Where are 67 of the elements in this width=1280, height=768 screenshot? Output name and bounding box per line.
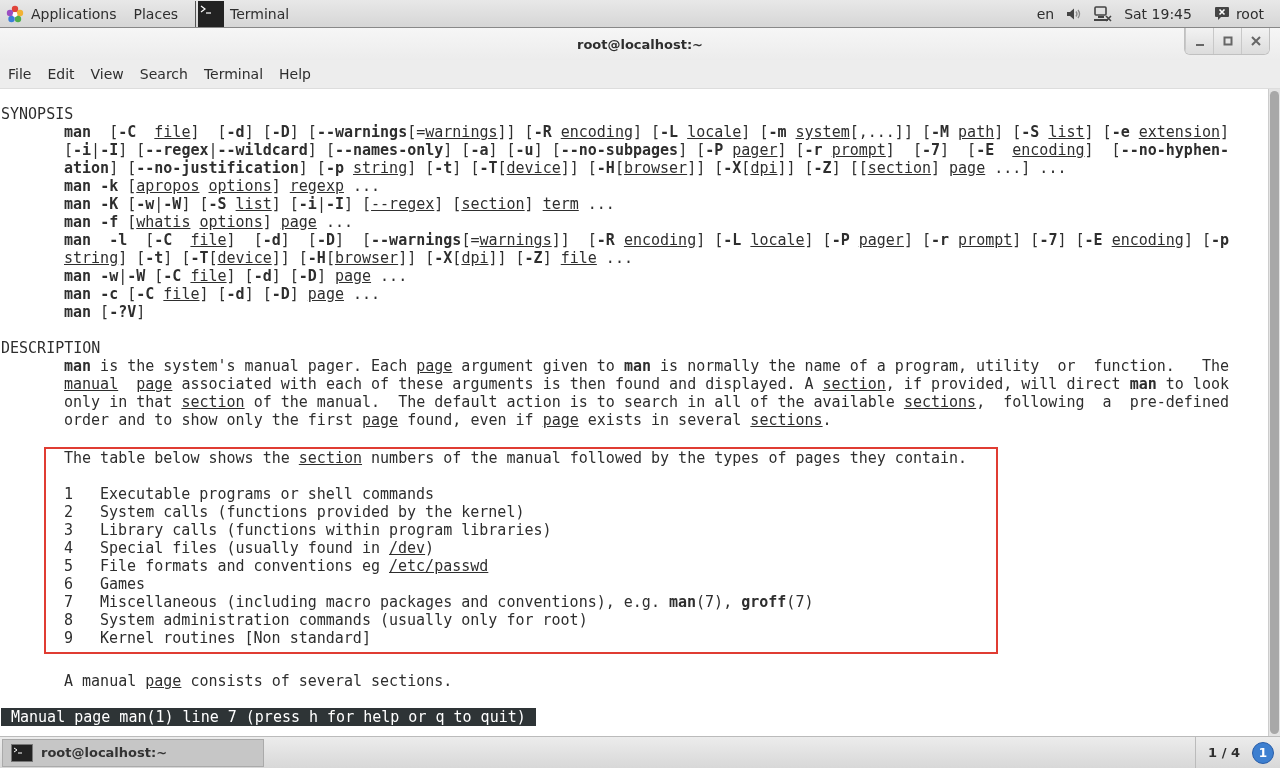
workspace-indicator[interactable]: 1 / 4 bbox=[1195, 736, 1252, 768]
section-number: 3 bbox=[64, 521, 75, 539]
section-number: 6 bbox=[64, 575, 75, 593]
text-line: string] [-t] [-T[device]] [-H[browser]] [-X[dpi]] [-Z] file ... bbox=[64, 249, 634, 267]
section-number: 9 bbox=[64, 629, 75, 647]
section-number: 1 bbox=[64, 485, 75, 503]
text-line: man -K [-w|-W] [-S list] [-i|-I] [--regex] [section] term ... bbox=[64, 195, 616, 213]
maximize-icon bbox=[1222, 36, 1233, 46]
text-line: ation] [--no-justification] [-p string] [-t] [-T[device]] [-H[browser]] [-X[dpi]] [-Z] [[section] page ...] ... bbox=[64, 159, 1068, 177]
speaker-icon[interactable] bbox=[1066, 6, 1083, 21]
text-line: A manual page consists of several sections. bbox=[64, 672, 454, 690]
text-line: manual page associated with each of these arguments is then found and displayed. A section, if provided, will direct man to look bbox=[64, 375, 1230, 393]
maximize-button[interactable] bbox=[1213, 28, 1241, 54]
section-description: System administration commands (usually only for root) bbox=[100, 611, 588, 629]
section-number: 5 bbox=[64, 557, 75, 575]
text-line: man -c [-C file] [-d] [-D] page ... bbox=[64, 285, 382, 303]
text-line: man -f [whatis options] page ... bbox=[64, 213, 354, 231]
section-number: 4 bbox=[64, 539, 75, 557]
top-menu[interactable]: Applications bbox=[31, 5, 117, 22]
text-line: order and to show only the first page found, even if page exists in several sections. bbox=[64, 411, 833, 429]
menu-item[interactable]: Edit bbox=[47, 66, 75, 82]
taskbar-window-button[interactable]: root@localhost:~ bbox=[2, 738, 264, 767]
menu-item[interactable]: Terminal bbox=[203, 66, 264, 82]
section-description: Kernel routines [Non standard] bbox=[100, 629, 371, 647]
section-heading: DESCRIPTION bbox=[0, 339, 102, 357]
section-description: Games bbox=[100, 575, 146, 593]
text-line: man [-?V] bbox=[64, 303, 147, 321]
section-number: 8 bbox=[64, 611, 75, 629]
window-title: root@localhost:~ bbox=[576, 36, 703, 52]
section-description: Special files (usually found in /dev) bbox=[100, 539, 435, 557]
section-description: System calls (functions provided by the kernel) bbox=[100, 503, 525, 521]
clock[interactable]: Sat 19:45 bbox=[1124, 5, 1192, 22]
close-button[interactable] bbox=[1241, 28, 1269, 54]
text-line: man -l [-C file] [-d] [-D] [--warnings[=warnings]] [-R encoding] [-L locale] [-P pager] [-r prompt] [-7] [-E encoding] [-p bbox=[64, 231, 1231, 249]
section-number: 7 bbox=[64, 593, 75, 611]
text-line: man [-C file] [-d] [-D] [--warnings[=warnings]] [-R encoding] [-L locale] [-m system[,...]] [-M path] [-S list] [-e extension] bbox=[64, 123, 1231, 141]
text-line: The table below shows the section numbers of the manual followed by the types of pages they contain. bbox=[64, 449, 969, 467]
menu-item[interactable]: File bbox=[8, 66, 32, 82]
notification-badge[interactable]: 1 bbox=[1252, 741, 1274, 764]
scrollbar[interactable] bbox=[1268, 89, 1280, 736]
user-menu[interactable]: root bbox=[1235, 5, 1264, 22]
flower-icon bbox=[6, 4, 24, 23]
text-line: man is the system's manual pager. Each page argument given to man is normally the name of a program, utility or function. The bbox=[64, 357, 1230, 375]
section-description: Library calls (functions within program libraries) bbox=[100, 521, 552, 539]
terminal-icon bbox=[198, 0, 225, 27]
menu-item[interactable]: Help bbox=[279, 66, 311, 82]
text-line: man -w|-W [-C file] [-d] [-D] page ... bbox=[64, 267, 409, 285]
task-button[interactable]: Terminal bbox=[198, 0, 290, 27]
chat-icon[interactable] bbox=[1213, 6, 1230, 21]
close-icon bbox=[1250, 36, 1261, 46]
text-line: only in that section of the manual. The default action is to search in all of the available sections, following a pre-defined bbox=[64, 393, 1230, 411]
menu-item[interactable]: View bbox=[90, 66, 124, 82]
pager-status: Manual page man(1) line 7 (press h for help or q to quit) bbox=[1, 708, 536, 726]
network-icon[interactable] bbox=[1094, 5, 1113, 22]
section-description: Executable programs or shell commands bbox=[100, 485, 435, 503]
section-description: File formats and conventions eg /etc/passwd bbox=[100, 557, 489, 575]
section-heading: SYNOPSIS bbox=[0, 105, 75, 123]
minimize-button[interactable] bbox=[1185, 28, 1213, 54]
top-menu[interactable]: Places bbox=[133, 5, 179, 22]
text-line: [-i|-I] [--regex|--wildcard] [--names-only] [-a] [-u] [--no-subpages] [-P pager] [-r prompt] [-7] [-E encoding] [--no-hyphen- bbox=[64, 141, 1231, 159]
menu-item[interactable]: Search bbox=[139, 66, 188, 82]
terminal-icon bbox=[11, 743, 33, 762]
minimize-icon bbox=[1195, 44, 1204, 46]
section-number: 2 bbox=[64, 503, 75, 521]
section-description: Miscellaneous (including macro packages and conventions), e.g. man(7), groff(7) bbox=[100, 593, 814, 611]
text-line: man -k [apropos options] regexp ... bbox=[64, 177, 382, 195]
language-indicator[interactable]: en bbox=[1036, 5, 1055, 22]
